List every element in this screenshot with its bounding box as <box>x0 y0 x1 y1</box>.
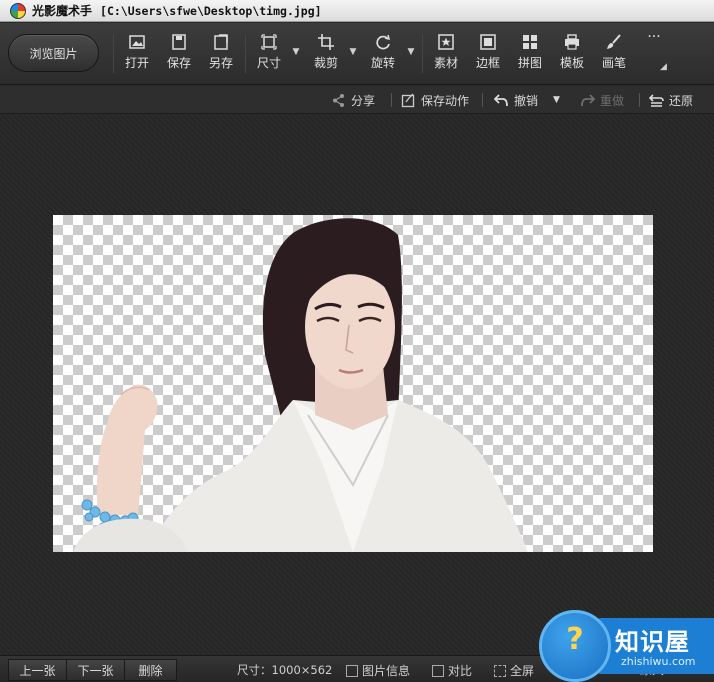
watermark-url: zhishiwu.com <box>621 655 696 668</box>
restore-label: 还原 <box>669 93 694 108</box>
save-as-button[interactable]: 另存 <box>204 33 238 77</box>
watermark-title: 知识屋 <box>615 628 690 656</box>
undo-button[interactable]: 撤销 <box>494 91 538 109</box>
undo-icon <box>494 93 508 106</box>
rotate-dropdown-caret-icon[interactable]: ▼ <box>406 47 416 57</box>
action-divider <box>639 93 640 107</box>
image-info-label: 图片信息 <box>362 664 411 678</box>
main-toolbar: 浏览图片 打开 保存 另存 尺寸 ▼ 裁剪 ▼ 旋转 ▼ 素材 边框 拼图 模板… <box>0 23 714 85</box>
site-watermark: ? 知识屋 zhishiwu.com <box>539 610 714 682</box>
share-label: 分享 <box>351 93 376 108</box>
fullscreen-label: 全屏 <box>510 664 535 678</box>
open-image-icon <box>129 35 145 49</box>
image-canvas[interactable] <box>0 115 714 655</box>
image-info-button[interactable]: 图片信息 <box>346 662 410 679</box>
compare-icon <box>432 664 444 677</box>
resize-button[interactable]: 尺寸 <box>252 33 286 77</box>
rotate-button[interactable]: 旋转 <box>366 33 400 77</box>
save-icon <box>172 34 186 50</box>
fullscreen-icon <box>494 664 506 677</box>
action-divider <box>482 93 483 107</box>
next-image-button[interactable]: 下一张 <box>66 659 125 681</box>
template-button[interactable]: 模板 <box>555 33 589 77</box>
action-divider <box>391 93 392 107</box>
restore-button[interactable]: 还原 <box>649 91 693 109</box>
resize-dropdown-caret-icon[interactable]: ▼ <box>291 47 301 57</box>
image-size-text: 尺寸：1000×562 <box>237 663 333 677</box>
prev-image-button[interactable]: 上一张 <box>8 659 67 681</box>
resize-icon <box>261 34 277 50</box>
template-printer-icon <box>565 34 579 50</box>
toolbar-divider <box>422 35 423 73</box>
border-frame-icon <box>480 34 496 50</box>
collage-grid-icon <box>523 35 537 49</box>
save-action-label: 保存动作 <box>421 93 470 108</box>
app-logo-icon <box>10 2 26 19</box>
undo-label: 撤销 <box>514 93 539 108</box>
save-as-label: 另存 <box>208 56 233 70</box>
save-button[interactable]: 保存 <box>162 33 196 77</box>
crop-button[interactable]: 裁剪 <box>309 33 343 77</box>
share-button[interactable]: 分享 <box>331 91 375 109</box>
save-action-icon <box>401 93 415 107</box>
undo-dropdown-caret-icon[interactable]: ▼ <box>553 91 560 109</box>
redo-label: 重做 <box>600 93 625 108</box>
fullscreen-button[interactable]: 全屏 <box>494 662 534 679</box>
open-label: 打开 <box>124 56 149 70</box>
resize-label: 尺寸 <box>256 56 281 70</box>
restore-icon <box>649 93 664 107</box>
redo-icon <box>581 93 595 106</box>
more-expand-caret-icon[interactable]: ◢ <box>660 62 667 72</box>
browse-images-button[interactable]: 浏览图片 <box>8 34 99 72</box>
delete-image-button[interactable]: 删除 <box>124 659 177 681</box>
save-as-icon <box>214 34 228 50</box>
portrait-cutout-image <box>73 218 528 552</box>
brush-button[interactable]: 画笔 <box>597 33 631 77</box>
image-info-icon <box>346 664 358 677</box>
question-mark-icon: ? <box>566 622 584 657</box>
app-name: 光影魔术手 <box>32 4 93 18</box>
template-label: 模板 <box>559 56 584 70</box>
compare-button[interactable]: 对比 <box>432 662 472 679</box>
title-bar: 光影魔术手 [C:\Users\sfwe\Desktop\timg.jpg] <box>0 0 714 22</box>
crop-label: 裁剪 <box>313 56 338 70</box>
redo-button[interactable]: 重做 <box>580 91 624 109</box>
brush-label: 画笔 <box>601 56 626 70</box>
crop-dropdown-caret-icon[interactable]: ▼ <box>348 47 358 57</box>
brush-icon <box>607 34 621 49</box>
material-star-icon <box>438 34 454 50</box>
toolbar-divider <box>245 35 246 73</box>
file-path: [C:\Users\sfwe\Desktop\timg.jpg] <box>100 3 322 18</box>
rotate-icon <box>376 34 391 50</box>
more-icon: ··· <box>647 29 661 45</box>
border-label: 边框 <box>475 56 500 70</box>
collage-label: 拼图 <box>517 56 542 70</box>
crop-icon <box>318 34 334 50</box>
open-button[interactable]: 打开 <box>120 33 154 77</box>
save-action-button[interactable]: 保存动作 <box>401 91 469 109</box>
material-label: 素材 <box>433 56 458 70</box>
collage-button[interactable]: 拼图 <box>513 33 547 77</box>
compare-label: 对比 <box>448 664 473 678</box>
image-preview[interactable] <box>53 215 653 552</box>
action-bar: 分享 保存动作 撤销 ▼ 重做 还原 <box>0 86 714 114</box>
material-button[interactable]: 素材 <box>429 33 463 77</box>
save-label: 保存 <box>166 56 191 70</box>
share-icon <box>333 93 344 107</box>
toolbar-divider <box>113 35 114 73</box>
rotate-label: 旋转 <box>370 56 395 70</box>
border-button[interactable]: 边框 <box>471 33 505 77</box>
